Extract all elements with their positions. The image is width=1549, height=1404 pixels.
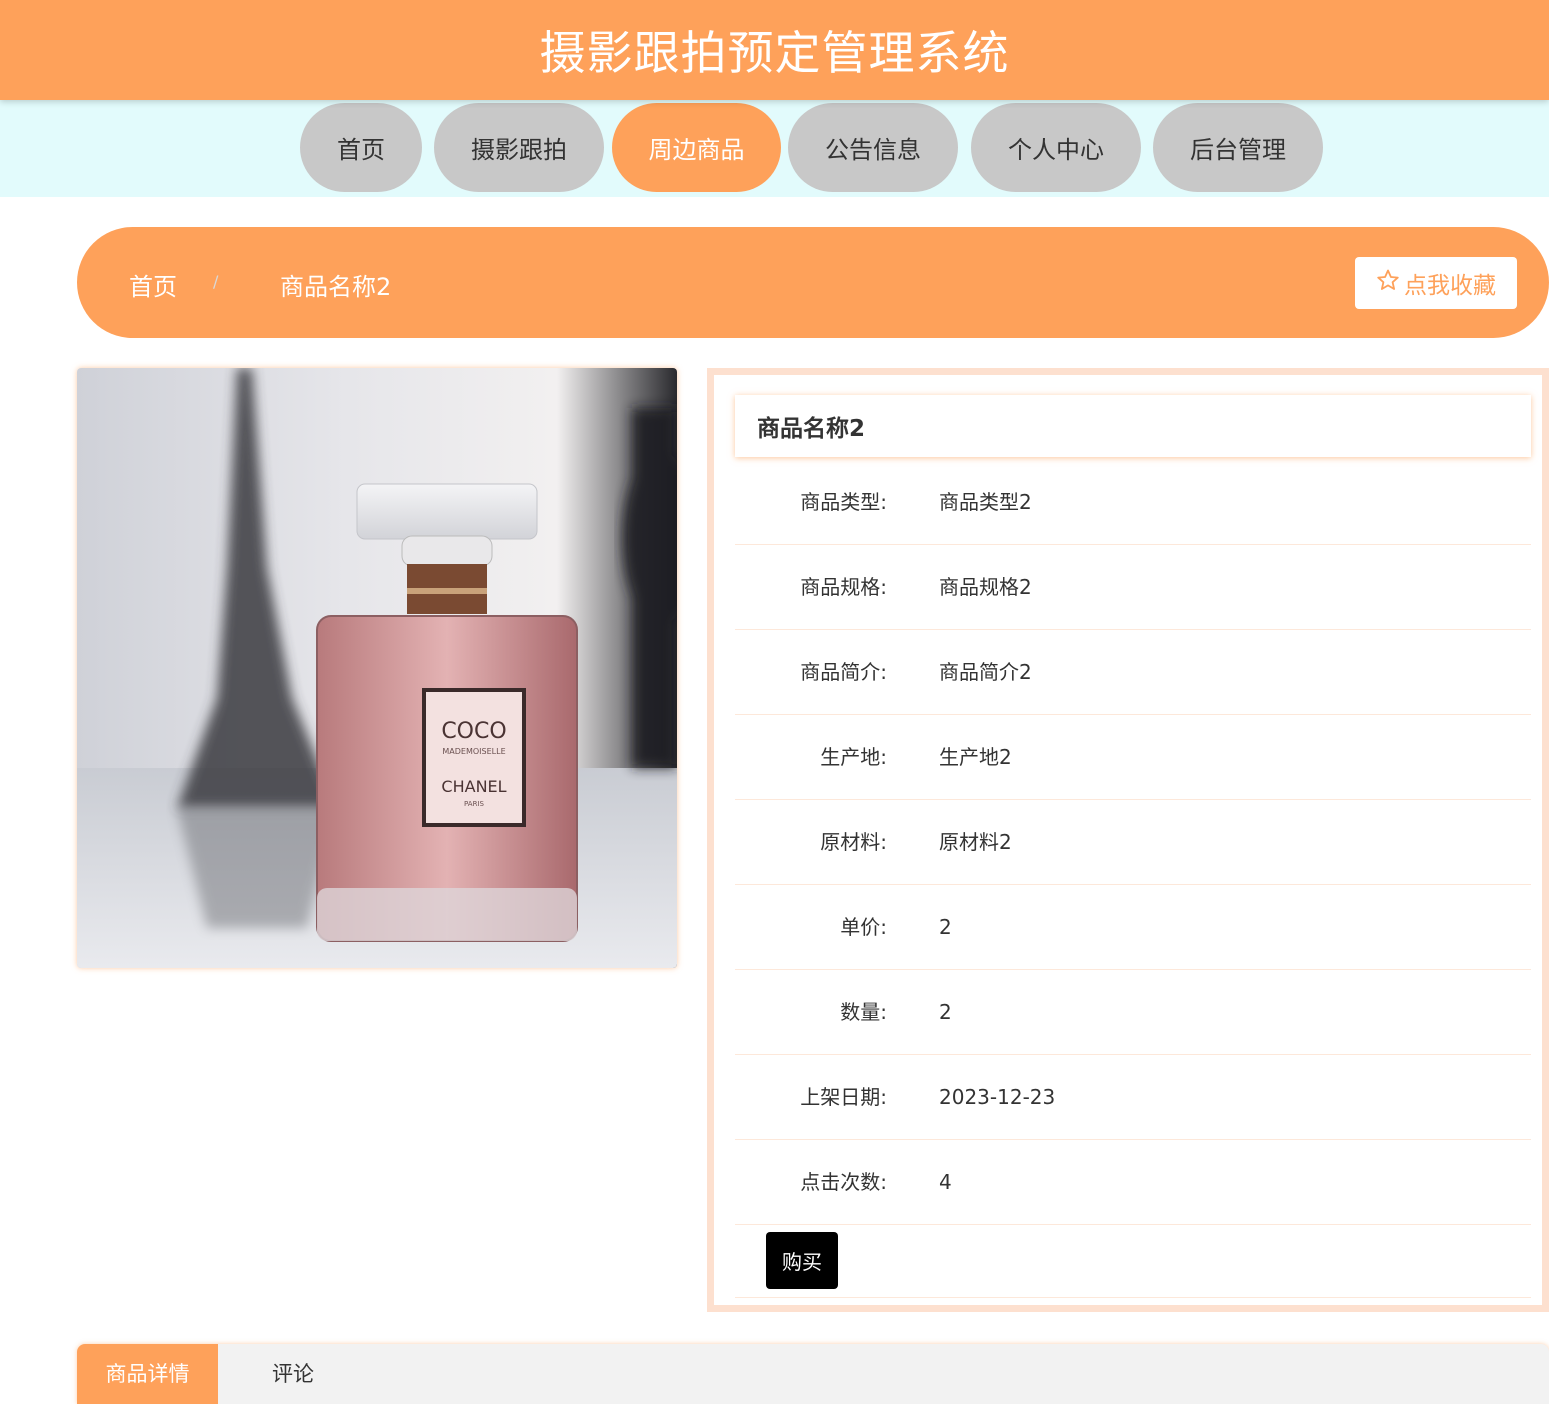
info-value: 原材料2 (939, 830, 1012, 854)
nav-item-announcements[interactable]: 公告信息 (788, 103, 958, 192)
info-value: 商品类型2 (939, 490, 1032, 514)
perfume-label-mademoiselle: MADEMOISELLE (442, 747, 505, 756)
info-value: 4 (939, 1170, 952, 1194)
info-row-price: 单价: 2 (735, 885, 1531, 970)
nav-item-home[interactable]: 首页 (300, 103, 422, 192)
info-label: 数量: (840, 1000, 887, 1024)
buy-row: 购买 (735, 1222, 1531, 1298)
favorite-button[interactable]: 点我收藏 (1355, 257, 1517, 309)
nav-item-merchandise[interactable]: 周边商品 (612, 103, 781, 192)
site-header: 摄影跟拍预定管理系统 (0, 0, 1549, 100)
product-image: COCO MADEMOISELLE CHANEL PARIS (77, 368, 677, 968)
perfume-label-paris: PARIS (464, 800, 484, 808)
info-value: 商品规格2 (939, 575, 1032, 599)
nav-item-photo-follow[interactable]: 摄影跟拍 (434, 103, 604, 192)
buy-button[interactable]: 购买 (766, 1232, 838, 1289)
nav-item-personal-center[interactable]: 个人中心 (971, 103, 1141, 192)
info-row-clicks: 点击次数: 4 (735, 1140, 1531, 1225)
info-row-quantity: 数量: 2 (735, 970, 1531, 1055)
info-row-type: 商品类型: 商品类型2 (735, 460, 1531, 545)
info-label: 上架日期: (800, 1085, 887, 1109)
tab-comments[interactable]: 评论 (252, 1344, 334, 1404)
perfume-label-chanel: CHANEL (441, 777, 506, 796)
info-value: 2023-12-23 (939, 1085, 1056, 1109)
product-info-panel: 商品名称2 商品类型: 商品类型2 商品规格: 商品规格2 商品简介: 商品简介… (707, 368, 1549, 1312)
info-label: 商品类型: (800, 490, 887, 514)
info-label: 生产地: (820, 745, 887, 769)
info-label: 商品规格: (800, 575, 887, 599)
info-label: 单价: (840, 915, 887, 939)
breadcrumb-current: 商品名称2 (280, 273, 392, 301)
info-value: 商品简介2 (939, 660, 1032, 684)
nav-item-admin[interactable]: 后台管理 (1153, 103, 1323, 192)
main-nav: 首页 摄影跟拍 周边商品 公告信息 个人中心 后台管理 (0, 100, 1549, 197)
info-label: 原材料: (820, 830, 887, 854)
breadcrumb-separator: / (213, 272, 219, 291)
favorite-label: 点我收藏 (1404, 273, 1496, 299)
detail-tabs: 商品详情 评论 (77, 1344, 1549, 1404)
info-value: 生产地2 (939, 745, 1012, 769)
star-outline-icon (1376, 268, 1400, 298)
tab-product-details[interactable]: 商品详情 (77, 1344, 218, 1404)
site-title: 摄影跟拍预定管理系统 (539, 26, 1010, 80)
info-label: 点击次数: (800, 1170, 887, 1194)
info-value: 2 (939, 1000, 952, 1024)
info-row-listing-date: 上架日期: 2023-12-23 (735, 1055, 1531, 1140)
info-row-origin: 生产地: 生产地2 (735, 715, 1531, 800)
breadcrumb-home-link[interactable]: 首页 (129, 267, 177, 302)
info-row-spec: 商品规格: 商品规格2 (735, 545, 1531, 630)
info-value: 2 (939, 915, 952, 939)
product-name: 商品名称2 (735, 395, 1531, 457)
info-label: 商品简介: (800, 660, 887, 684)
breadcrumb: 首页 / 商品名称2 点我收藏 (77, 227, 1549, 338)
perfume-label-coco: COCO (441, 719, 506, 744)
info-row-intro: 商品简介: 商品简介2 (735, 630, 1531, 715)
info-row-material: 原材料: 原材料2 (735, 800, 1531, 885)
